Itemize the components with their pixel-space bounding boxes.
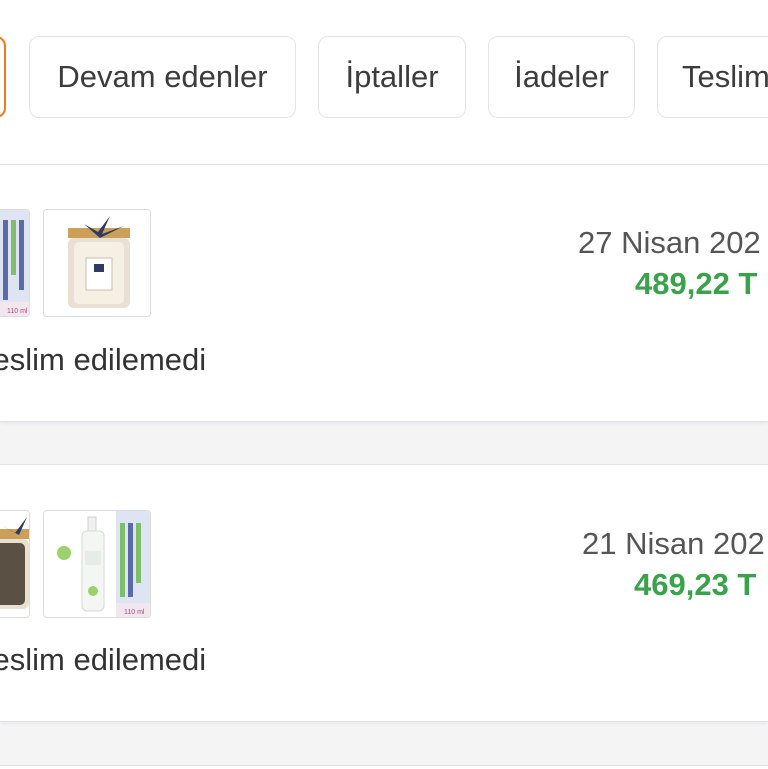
order-price: 469,23 T xyxy=(634,567,757,602)
tab-label: İptaller xyxy=(345,59,439,94)
order-status: Teslim edilemedi xyxy=(0,642,207,677)
order-date: 27 Nisan 202 xyxy=(578,225,761,260)
tab-cancellations[interactable]: İptaller xyxy=(318,36,466,118)
product-thumbnail[interactable]: 110 ml xyxy=(0,209,30,317)
tab-label: Teslim xyxy=(682,59,768,94)
tab-returns[interactable]: İadeler xyxy=(488,36,635,118)
volume-label: 110 ml xyxy=(124,609,145,616)
order-date: 21 Nisan 202 xyxy=(582,526,765,561)
candle-jar-image xyxy=(0,511,29,617)
order-filter-tabs: Devam edenler İptaller İadeler Teslim xyxy=(0,0,768,165)
tab-delivered[interactable]: Teslim xyxy=(657,36,768,118)
tab-all[interactable] xyxy=(0,36,6,118)
product-thumbnail[interactable] xyxy=(43,209,151,317)
tab-label: Devam edenler xyxy=(57,59,268,94)
oil-bottle-label-image: 110 ml xyxy=(0,210,29,316)
candle-jar-image xyxy=(44,210,150,316)
tab-ongoing[interactable]: Devam edenler xyxy=(29,36,296,118)
order-status: Teslim edilemedi xyxy=(0,342,207,377)
tab-label: İadeler xyxy=(514,59,609,94)
product-thumbnail[interactable]: 110 ml xyxy=(43,510,151,618)
order-card[interactable]: 110 ml Teslim edilemedi 21 Nisan 202 469… xyxy=(0,464,768,722)
order-price: 489,22 T xyxy=(635,266,758,301)
next-order-card-edge xyxy=(0,765,768,769)
volume-label: 110 ml xyxy=(7,308,28,315)
order-card[interactable]: 110 ml Teslim edilemedi 27 Nisan 202 489… xyxy=(0,164,768,422)
product-thumbnail[interactable] xyxy=(0,510,30,618)
spray-bottle-image: 110 ml xyxy=(44,511,150,617)
